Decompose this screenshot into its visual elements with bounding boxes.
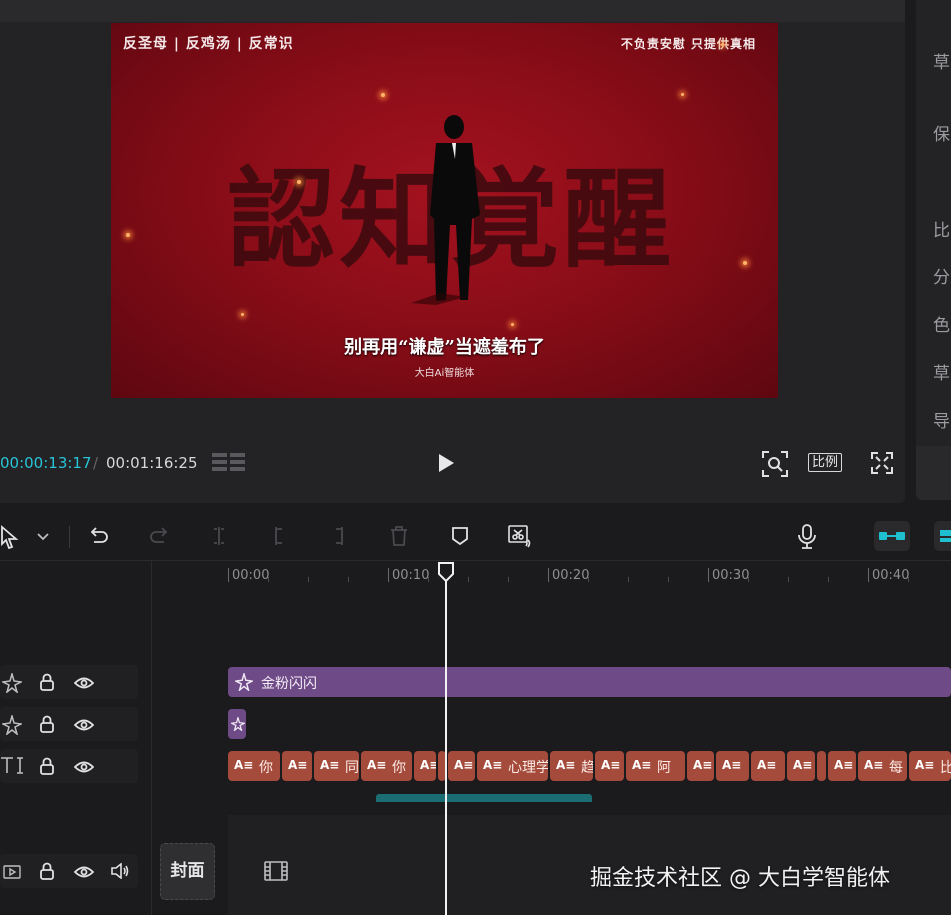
prop-label[interactable]: 保 xyxy=(933,120,950,145)
eye-icon[interactable] xyxy=(73,717,95,736)
text-clip[interactable]: A≡ xyxy=(828,751,856,781)
delete-icon xyxy=(389,525,409,547)
ruler-label: 00:10 xyxy=(392,568,430,583)
split-left-icon xyxy=(270,525,288,547)
lock-icon[interactable] xyxy=(39,862,55,884)
video-subtitle: 别再用“谦虚”当遮羞布了 xyxy=(344,337,545,358)
total-time: 00:01:16:25 xyxy=(106,454,198,472)
track-header-effect-2 xyxy=(0,707,138,741)
silhouette-figure xyxy=(411,115,480,305)
track-header-effect-1 xyxy=(0,665,138,699)
chevron-down-icon[interactable] xyxy=(37,533,49,541)
text-clip[interactable]: A≡ xyxy=(282,751,312,781)
play-button[interactable] xyxy=(437,453,455,473)
eye-icon[interactable] xyxy=(73,675,95,694)
cover-button[interactable]: 封面 xyxy=(160,843,215,900)
track-header-text xyxy=(0,749,138,783)
prop-label[interactable]: 比 xyxy=(933,216,950,241)
prop-label[interactable]: 分 xyxy=(933,263,950,288)
text-clip[interactable]: A≡ xyxy=(595,751,624,781)
text-clip[interactable]: A≡ xyxy=(787,751,815,781)
text-clip[interactable]: A≡ 心理学 xyxy=(477,751,548,781)
current-time: 00:00:13:17 xyxy=(0,454,92,472)
effect-clip-golden-sparkle[interactable]: 金粉闪闪 xyxy=(228,667,951,697)
ruler-label: 00:00 xyxy=(232,568,270,583)
audio-clip[interactable] xyxy=(376,794,592,802)
video-track-icon xyxy=(3,864,21,883)
waveform-grid-icon[interactable] xyxy=(212,452,246,474)
prop-label[interactable]: 导 xyxy=(933,407,950,432)
watermark: 掘金技术社区 @ 大白学智能体 xyxy=(590,866,890,891)
prop-label[interactable]: 草 xyxy=(933,359,950,384)
preview-top-bar xyxy=(0,0,905,22)
text-clip[interactable]: A≡ xyxy=(687,751,714,781)
text-clip[interactable]: A≡ xyxy=(414,751,436,781)
text-clip[interactable] xyxy=(817,751,826,781)
lock-icon[interactable] xyxy=(39,715,55,737)
effect-clip-short[interactable] xyxy=(228,709,247,739)
text-clip[interactable]: A≡ 同 xyxy=(314,751,359,781)
select-cursor-icon[interactable] xyxy=(0,525,20,549)
playhead-handle[interactable] xyxy=(437,561,455,583)
text-clip[interactable]: A≡ xyxy=(716,751,749,781)
effect-clip-label: 金粉闪闪 xyxy=(261,676,317,692)
split-icon xyxy=(210,525,228,547)
toolbar-divider xyxy=(69,526,70,548)
track-header-main-video xyxy=(0,854,138,888)
undo-icon[interactable] xyxy=(88,525,110,547)
link-tracks-icon[interactable] xyxy=(874,521,910,551)
prop-label[interactable]: 草 xyxy=(933,48,950,73)
text-clip[interactable]: A≡ xyxy=(751,751,785,781)
text-clip[interactable]: A≡ 每 xyxy=(858,751,907,781)
properties-panel: 草 保 比 分 色 草 导 xyxy=(916,0,951,500)
snap-icon[interactable] xyxy=(934,521,951,551)
effect-sparkle-icon xyxy=(233,671,255,695)
lock-icon[interactable] xyxy=(39,757,55,779)
marker-icon[interactable] xyxy=(451,525,469,547)
redo-icon xyxy=(148,525,170,547)
text-clip[interactable]: A≡ xyxy=(448,751,475,781)
timeline-ruler[interactable]: 00:00 00:10 00:20 00:30 00:40 xyxy=(152,561,951,591)
ratio-button[interactable]: 比例 xyxy=(808,453,843,472)
video-top-right-text: 不负责安慰 只提供真相 xyxy=(620,37,756,51)
zoom-fit-icon[interactable] xyxy=(762,451,788,477)
split-right-icon xyxy=(330,525,348,547)
ruler-label: 00:30 xyxy=(712,568,750,583)
video-credit: 大白Ai智能体 xyxy=(414,368,475,379)
text-clip[interactable]: A≡ 你 xyxy=(361,751,412,781)
ruler-label: 00:40 xyxy=(872,568,910,583)
effect-sparkle-icon xyxy=(0,713,24,739)
preview-panel: 反圣母 | 反鸡汤 | 反常识 不负责安慰 只提供真相 認知覚醒 别再用“谦虚”… xyxy=(0,0,905,503)
ruler-label: 00:20 xyxy=(552,568,590,583)
video-preview[interactable]: 反圣母 | 反鸡汤 | 反常识 不负责安慰 只提供真相 認知覚醒 别再用“谦虚”… xyxy=(111,23,778,398)
video-top-left-text: 反圣母 | 反鸡汤 | 反常识 xyxy=(123,36,294,52)
volume-icon[interactable] xyxy=(110,862,130,883)
fullscreen-icon[interactable] xyxy=(871,452,893,474)
eye-icon[interactable] xyxy=(73,864,95,883)
text-clip[interactable]: A≡ 趋 xyxy=(550,751,593,781)
effect-sparkle-icon xyxy=(229,715,247,735)
text-clip[interactable]: A≡ 你 xyxy=(228,751,280,781)
prop-label[interactable]: 色 xyxy=(933,311,950,336)
timeline-toolbar xyxy=(0,511,951,561)
text-track-icon xyxy=(0,755,24,779)
player-controls: 00:00:13:17 / 00:01:16:25 比例 xyxy=(0,444,905,482)
time-separator: / xyxy=(93,454,99,472)
text-clip[interactable]: A≡ 阿 xyxy=(626,751,685,781)
microphone-icon[interactable] xyxy=(797,524,817,550)
film-strip-icon xyxy=(264,861,288,885)
playhead-line[interactable] xyxy=(445,572,447,915)
auto-cut-icon[interactable] xyxy=(507,524,531,548)
effect-sparkle-icon xyxy=(0,671,24,697)
lock-icon[interactable] xyxy=(39,673,55,695)
text-clip[interactable]: A≡ 比 xyxy=(909,751,951,781)
properties-footer xyxy=(916,446,951,500)
eye-icon[interactable] xyxy=(73,759,95,778)
